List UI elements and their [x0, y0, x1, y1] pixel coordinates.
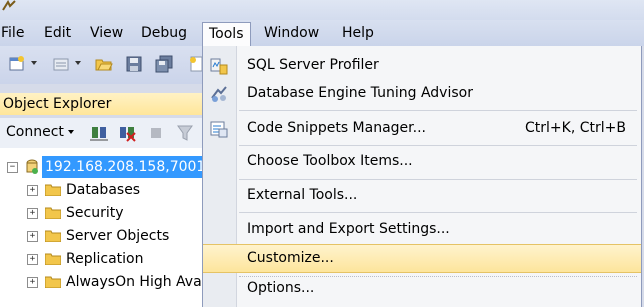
- menu-item-label: Options...: [247, 280, 315, 296]
- save-all-icon[interactable]: [155, 55, 173, 73]
- menu-item-code-snippets-manager[interactable]: Code Snippets Manager... Ctrl+K, Ctrl+B: [203, 115, 641, 142]
- tree-node-label: Replication: [66, 251, 144, 267]
- menu-item-external-tools[interactable]: External Tools...: [203, 182, 641, 209]
- menu-view[interactable]: View: [84, 23, 129, 43]
- menu-help[interactable]: Help: [336, 23, 380, 43]
- menu-item-customize[interactable]: Customize...: [203, 244, 641, 273]
- menu-file[interactable]: File: [0, 23, 30, 43]
- title-strip: [0, 0, 644, 20]
- tools-menu-dropdown: SQL Server Profiler Database Engine Tuni…: [202, 46, 642, 307]
- code-snippets-icon: [210, 121, 228, 138]
- menu-item-choose-toolbox-items[interactable]: Choose Toolbox Items...: [203, 148, 641, 175]
- menu-item-sql-server-profiler[interactable]: SQL Server Profiler: [203, 52, 641, 79]
- object-explorer-toolbar: Connect: [0, 118, 202, 148]
- tree-node-label: Security: [66, 205, 124, 221]
- folder-icon: [45, 253, 61, 265]
- menu-window[interactable]: Window: [258, 23, 325, 43]
- save-icon[interactable]: [125, 55, 143, 73]
- server-node-label: 192.168.208.158,7001: [42, 156, 209, 178]
- tree-node-label: Server Objects: [66, 228, 170, 244]
- menu-item-import-export-settings[interactable]: Import and Export Settings...: [203, 216, 641, 243]
- object-explorer-title: Object Explorer: [0, 93, 205, 115]
- tree-node-label: Databases: [66, 182, 141, 198]
- connect-button[interactable]: Connect: [6, 124, 74, 140]
- connect-label: Connect: [6, 124, 64, 140]
- menu-separator: [239, 179, 637, 180]
- expand-icon[interactable]: +: [27, 254, 38, 265]
- app-icon: [2, 0, 16, 11]
- menu-item-label: External Tools...: [247, 187, 358, 203]
- filter-icon[interactable]: [176, 124, 194, 142]
- menu-item-options[interactable]: Options...: [203, 275, 641, 302]
- connect-server-icon[interactable]: [90, 124, 108, 142]
- add-item-icon[interactable]: [52, 55, 70, 73]
- disconnect-icon[interactable]: [118, 124, 136, 142]
- chevron-down-icon: [67, 130, 74, 134]
- expand-icon[interactable]: +: [27, 208, 38, 219]
- folder-icon: [45, 184, 61, 196]
- tree-node-label: AlwaysOn High Ava: [66, 274, 202, 290]
- expand-icon[interactable]: +: [27, 185, 38, 196]
- folder-icon: [45, 276, 61, 288]
- folder-icon: [45, 207, 61, 219]
- new-project-icon[interactable]: [8, 55, 26, 73]
- folder-icon: [45, 230, 61, 242]
- standard-toolbar: [0, 46, 210, 84]
- tuning-advisor-icon: [211, 86, 227, 102]
- menu-item-label: Database Engine Tuning Advisor: [247, 85, 473, 101]
- expand-icon[interactable]: +: [27, 277, 38, 288]
- menu-debug[interactable]: Debug: [135, 23, 193, 43]
- new-project-dropdown-icon[interactable]: [31, 61, 37, 65]
- menu-item-label: Code Snippets Manager...: [247, 120, 426, 136]
- menu-separator: [239, 110, 637, 111]
- add-item-dropdown-icon[interactable]: [75, 61, 81, 65]
- expand-icon[interactable]: +: [27, 231, 38, 242]
- menu-item-shortcut: Ctrl+K, Ctrl+B: [525, 120, 626, 136]
- menu-bar: File Edit View Debug Tools Window Help: [0, 20, 644, 46]
- menu-separator: [239, 212, 637, 213]
- menu-item-label: SQL Server Profiler: [247, 57, 379, 73]
- object-explorer-tree: − 192.168.208.158,7001 + Databases + Sec…: [0, 148, 209, 307]
- menu-item-label: Customize...: [247, 250, 334, 266]
- menu-item-label: Import and Export Settings...: [247, 221, 450, 237]
- profiler-icon: [210, 58, 228, 75]
- open-file-icon[interactable]: [95, 55, 113, 73]
- stop-icon[interactable]: [151, 128, 161, 138]
- menu-tools[interactable]: Tools: [202, 22, 251, 46]
- menu-item-tuning-advisor[interactable]: Database Engine Tuning Advisor: [203, 80, 641, 107]
- server-icon: [26, 159, 38, 174]
- menu-separator: [239, 145, 637, 146]
- menu-item-label: Choose Toolbox Items...: [247, 153, 413, 169]
- menu-edit[interactable]: Edit: [38, 23, 77, 43]
- collapse-icon[interactable]: −: [7, 162, 18, 173]
